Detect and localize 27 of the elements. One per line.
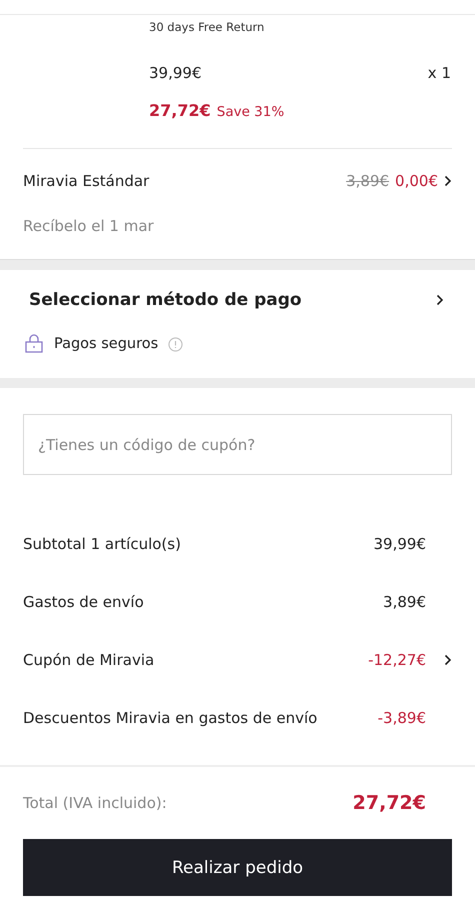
summary-value: -3,89€: [378, 709, 426, 727]
summary-value: -12,27€: [368, 651, 426, 669]
quantity-text: x 1: [428, 63, 451, 83]
summary-value: 39,99€: [374, 535, 426, 553]
chevron-right-icon[interactable]: [436, 294, 444, 306]
shipping-method: Miravia Estándar: [23, 171, 150, 191]
delivery-date: Recíbelo el 1 mar: [23, 217, 155, 235]
summary-label: Cupón de Miravia: [23, 651, 156, 669]
summary-value: 3,89€: [383, 593, 426, 611]
total-label: Total (IVA incluido):: [23, 794, 168, 812]
secure-payments-label: Pagos seguros: [54, 336, 158, 352]
original-price: 39,99€: [149, 63, 202, 83]
place-order-button[interactable]: Realizar pedido: [23, 839, 452, 896]
shipping-price: 0,00€: [395, 171, 438, 191]
return-policy-text: 30 days Free Return: [149, 19, 266, 36]
lock-icon: [24, 334, 44, 354]
payment-method-row[interactable]: Seleccionar método de pago: [29, 288, 446, 312]
summary-label: Descuentos Miravia en gastos de envío: [23, 709, 318, 727]
savings-text: Save 31%: [216, 104, 284, 120]
old-shipping-price: 3,89€: [346, 171, 390, 191]
chevron-right-icon[interactable]: [444, 654, 452, 666]
summary-label: Gastos de envío: [23, 593, 145, 611]
sale-price: 27,72€: [149, 101, 211, 120]
chevron-right-icon[interactable]: [444, 175, 452, 187]
coupon-code-field[interactable]: ¿Tienes un código de cupón?: [23, 414, 452, 475]
total-amount: 27,72€: [352, 792, 426, 814]
summary-label: Subtotal 1 artículo(s): [23, 535, 182, 553]
